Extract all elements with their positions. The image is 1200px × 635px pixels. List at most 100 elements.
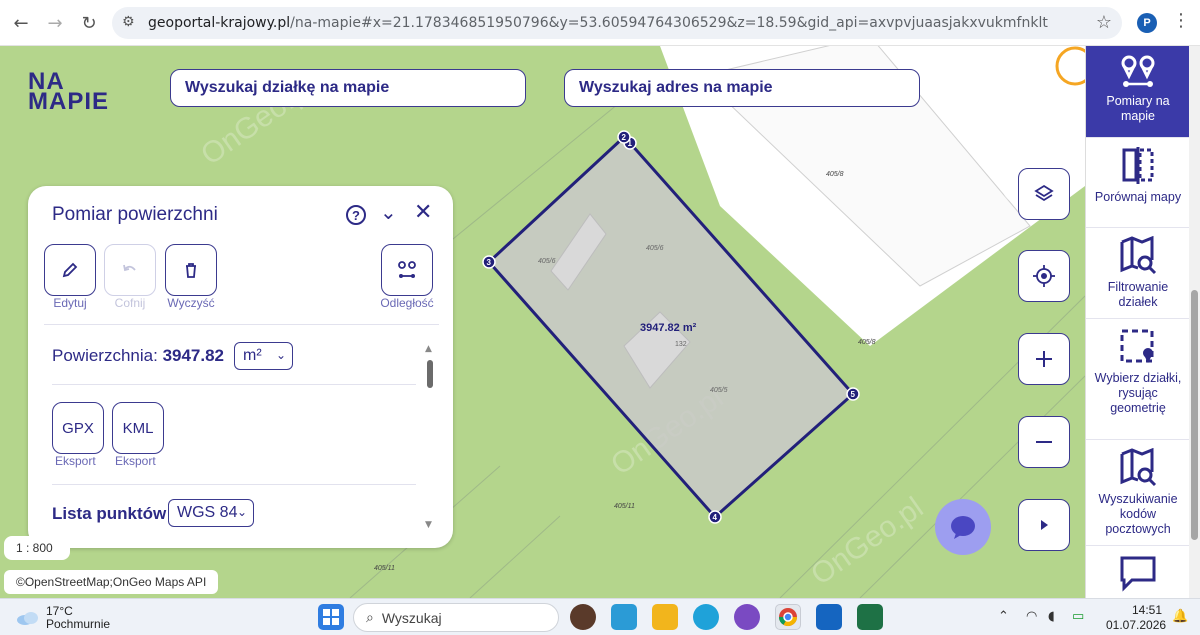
scroll-up-icon[interactable]: ▲	[425, 344, 432, 354]
taskbar-search-text: Wyszukaj	[381, 609, 442, 626]
kml-export-button[interactable]: KML	[112, 402, 164, 454]
forward-icon[interactable]: →	[42, 10, 68, 36]
taskbar-search[interactable]: ⌕ Wyszukaj	[353, 603, 559, 632]
area-measure-panel: Pomiar powierzchni ? ⌄ ✕ Edytuj Cofnij W…	[28, 186, 453, 548]
clock-date: 01.07.2026	[1106, 618, 1167, 632]
app-icon[interactable]	[734, 604, 760, 630]
unit-value: m²	[243, 347, 262, 364]
file-explorer-icon[interactable]	[652, 604, 678, 630]
map-search-icon	[1120, 236, 1157, 275]
search-icon: ⌕	[366, 609, 374, 626]
parcel-label: 405/5	[710, 387, 728, 394]
gpx-export-label: Eksport	[55, 454, 96, 468]
vertex-label: 2	[622, 133, 627, 142]
address-search-placeholder: Wyszukaj adres na mapie	[579, 79, 773, 96]
play-arrow-icon	[1041, 520, 1048, 530]
gpx-button-label: GPX	[62, 419, 94, 437]
distance-icon	[398, 261, 416, 278]
scroll-down-icon[interactable]: ▼	[425, 520, 432, 530]
sidebar-item-select-geometry[interactable]: Wybierz działki, rysując geometrię	[1086, 319, 1189, 440]
unit-select[interactable]: m² ⌄	[234, 342, 293, 370]
chrome-browser-icon[interactable]	[775, 604, 801, 630]
help-icon[interactable]: ?	[346, 205, 366, 225]
panel-title: Pomiar powierzchni	[52, 204, 218, 225]
gpx-export-button[interactable]: GPX	[52, 402, 104, 454]
profile-avatar[interactable]: P	[1137, 13, 1157, 33]
edge-browser-icon[interactable]	[693, 604, 719, 630]
locate-button[interactable]	[1018, 250, 1070, 302]
weather-widget[interactable]: 17°C Pochmurnie	[16, 605, 110, 631]
clear-button[interactable]	[165, 244, 217, 296]
outlook-icon[interactable]	[816, 604, 842, 630]
sidebar-item-measure[interactable]: Pomiary na mapie	[1086, 46, 1189, 138]
points-list-label: Lista punktów	[52, 504, 167, 523]
excel-icon[interactable]	[857, 604, 883, 630]
scrollbar-thumb[interactable]	[1191, 290, 1198, 540]
measure-pins-icon	[1121, 55, 1155, 87]
wifi-icon[interactable]: ◠	[1026, 609, 1037, 624]
chevron-down-icon: ⌄	[275, 348, 286, 362]
chat-button[interactable]	[935, 499, 991, 555]
address-search-input[interactable]: Wyszukaj adres na mapie	[564, 69, 920, 107]
browser-toolbar: ← → ↻ ⚙ geoportal-krajowy.pl/na-mapie#x=…	[0, 0, 1200, 46]
chat-bubble-icon	[951, 516, 975, 539]
chevron-down-icon: ⌄	[236, 505, 247, 519]
parcel-label: 132	[675, 341, 687, 348]
map-scale: 1 : 800	[4, 536, 70, 560]
zoom-in-button[interactable]	[1018, 333, 1070, 385]
vertex-label: 5	[851, 390, 856, 399]
collapse-chevron-icon[interactable]: ⌄	[380, 200, 397, 224]
sidebar-item-label: Porównaj mapy	[1094, 190, 1182, 204]
sidebar-item-label: Pomiary na mapie	[1106, 94, 1170, 123]
volume-icon[interactable]: ◖	[1048, 609, 1055, 624]
edit-label: Edytuj	[53, 296, 87, 310]
app-logo[interactable]: NA MAPIE	[28, 70, 110, 115]
edit-button[interactable]	[44, 244, 96, 296]
taskbar-clock[interactable]: 14:51 01.07.2026	[1106, 603, 1167, 633]
sidebar-item-label: Filtrowanie działek	[1107, 280, 1169, 309]
sidebar-item-postcodes[interactable]: Wyszukiwanie kodów pocztowych	[1086, 440, 1189, 546]
zoom-out-button[interactable]	[1018, 416, 1070, 468]
windows-start-icon[interactable]	[318, 604, 344, 630]
reload-icon[interactable]: ↻	[76, 10, 102, 36]
tools-sidebar: Pomiary na mapie Porównaj mapy Filtrowan…	[1085, 46, 1189, 598]
undo-label: Cofnij	[114, 296, 146, 310]
panel-scrollbar[interactable]: ▲ ▼	[425, 344, 435, 532]
undo-button[interactable]	[104, 244, 156, 296]
site-info-icon[interactable]: ⚙	[122, 14, 135, 30]
expand-toolbar-button[interactable]	[1018, 499, 1070, 551]
parcel-label: 405/11	[614, 503, 635, 510]
store-app-icon[interactable]	[611, 604, 637, 630]
polygon-area-label: 3947.82 m²	[640, 322, 697, 334]
bookmark-star-icon[interactable]: ☆	[1096, 12, 1112, 33]
parcel-label: 405/11	[374, 565, 395, 572]
url-text[interactable]: geoportal-krajowy.pl/na-mapie#x=21.17834…	[148, 15, 1048, 31]
select-area-icon	[1120, 329, 1154, 363]
sidebar-item-filter[interactable]: Filtrowanie działek	[1086, 228, 1189, 319]
scrollbar-thumb[interactable]	[427, 360, 433, 388]
crs-select[interactable]: WGS 84 ⌄	[168, 499, 254, 527]
weather-text: Pochmurnie	[46, 617, 111, 631]
layers-button[interactable]	[1018, 168, 1070, 220]
sidebar-item-compare[interactable]: Porównaj mapy	[1086, 138, 1189, 228]
notifications-icon[interactable]: 🔔	[1172, 609, 1188, 624]
parcel-search-input[interactable]: Wyszukaj działkę na mapie	[170, 69, 526, 107]
close-icon[interactable]: ✕	[414, 200, 432, 225]
lock-app-icon[interactable]	[570, 604, 596, 630]
sidebar-item-feedback[interactable]	[1086, 546, 1189, 598]
tray-chevron-icon[interactable]: ⌃	[998, 609, 1009, 624]
logo-line2: MAPIE	[28, 88, 110, 115]
clock-time: 14:51	[1131, 603, 1162, 617]
parcel-label: 405/8	[858, 339, 876, 346]
battery-icon[interactable]: ▭	[1072, 609, 1084, 624]
window-scrollbar[interactable]	[1189, 46, 1200, 598]
distance-button[interactable]	[381, 244, 433, 296]
map-attribution[interactable]: ©OpenStreetMap;OnGeo Maps API	[4, 570, 219, 594]
divider	[52, 384, 416, 385]
address-bar[interactable]: ⚙ geoportal-krajowy.pl/na-mapie#x=21.178…	[112, 7, 1122, 39]
windows-taskbar: 17°C Pochmurnie ⌕ Wyszukaj ⌃ ◠ ◖ ▭ 14:51 01…	[0, 598, 1200, 635]
browser-menu-icon[interactable]: ⋮	[1172, 10, 1190, 31]
cloud-icon	[17, 612, 38, 625]
back-icon[interactable]: ←	[8, 10, 34, 36]
parcel-label: 405/6	[646, 245, 664, 252]
